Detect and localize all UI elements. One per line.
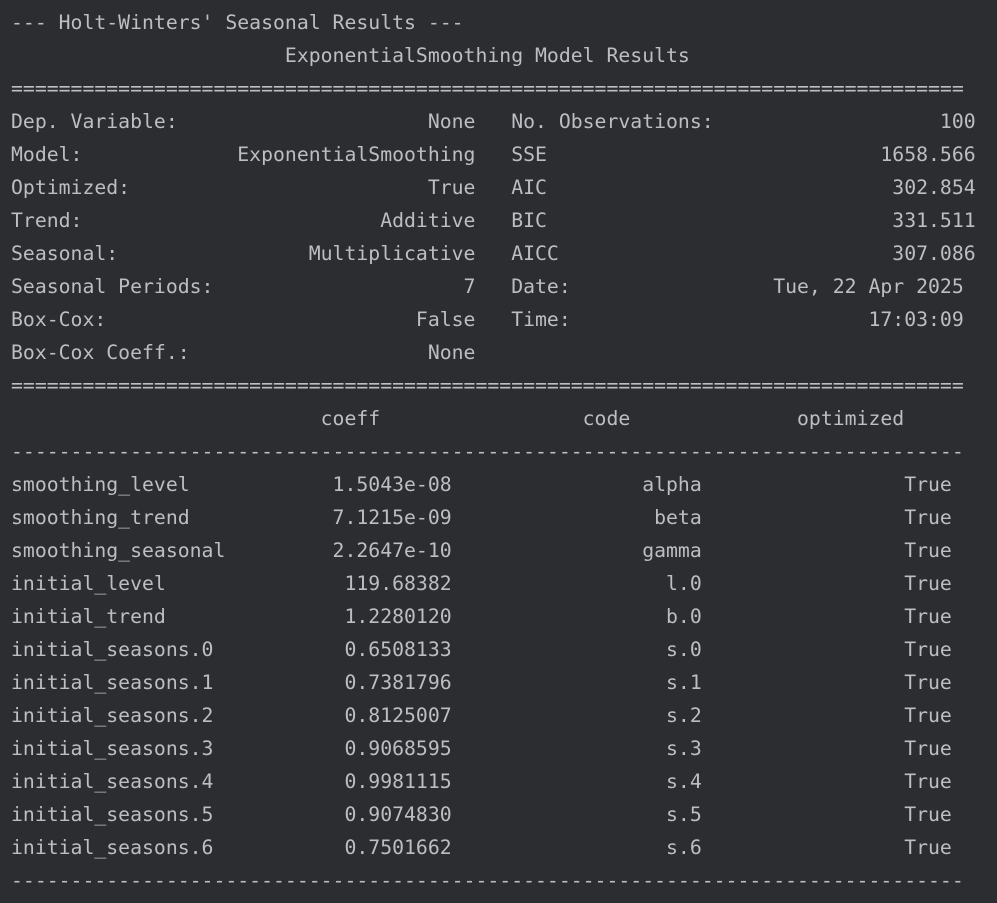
console-line: Optimized: True AIC 302.854 — [11, 176, 976, 199]
console-line: initial_seasons.3 0.9068595 s.3 True — [11, 737, 952, 760]
console-line: Dep. Variable: None No. Observations: 10… — [11, 110, 976, 133]
console-line: initial_trend 1.2280120 b.0 True — [11, 605, 952, 628]
console-line: initial_level 119.68382 l.0 True — [11, 572, 952, 595]
console-line: smoothing_trend 7.1215e-09 beta True — [11, 506, 952, 529]
console-line: Seasonal Periods: 7 Date: Tue, 22 Apr 20… — [11, 275, 964, 298]
model-results-text: --- Holt-Winters' Seasonal Results --- E… — [11, 6, 997, 897]
console-line: ExponentialSmoothing Model Results — [11, 44, 964, 67]
console-line: initial_seasons.0 0.6508133 s.0 True — [11, 638, 952, 661]
console-line: Seasonal: Multiplicative AICC 307.086 — [11, 242, 976, 265]
console-line: smoothing_seasonal 2.2647e-10 gamma True — [11, 539, 952, 562]
console-line: Box-Cox: False Time: 17:03:09 — [11, 308, 964, 331]
console-line: initial_seasons.6 0.7501662 s.6 True — [11, 836, 952, 859]
console-line: ========================================… — [11, 77, 964, 100]
console-line: smoothing_level 1.5043e-08 alpha True — [11, 473, 952, 496]
console-line: ----------------------------------------… — [11, 440, 964, 463]
console-line: ----------------------------------------… — [11, 869, 964, 892]
console-line: Box-Cox Coeff.: None — [11, 341, 964, 364]
console-line: initial_seasons.5 0.9074830 s.5 True — [11, 803, 952, 826]
console-line: initial_seasons.1 0.7381796 s.1 True — [11, 671, 952, 694]
console-line: initial_seasons.2 0.8125007 s.2 True — [11, 704, 952, 727]
console-line: Trend: Additive BIC 331.511 — [11, 209, 976, 232]
console-line: ========================================… — [11, 374, 964, 397]
console-output-panel: --- Holt-Winters' Seasonal Results --- E… — [0, 0, 997, 903]
console-line: coeff code optimized — [11, 407, 964, 430]
console-line: initial_seasons.4 0.9981115 s.4 True — [11, 770, 952, 793]
console-line: --- Holt-Winters' Seasonal Results --- — [11, 11, 464, 34]
console-line: Model: ExponentialSmoothing SSE 1658.566 — [11, 143, 976, 166]
